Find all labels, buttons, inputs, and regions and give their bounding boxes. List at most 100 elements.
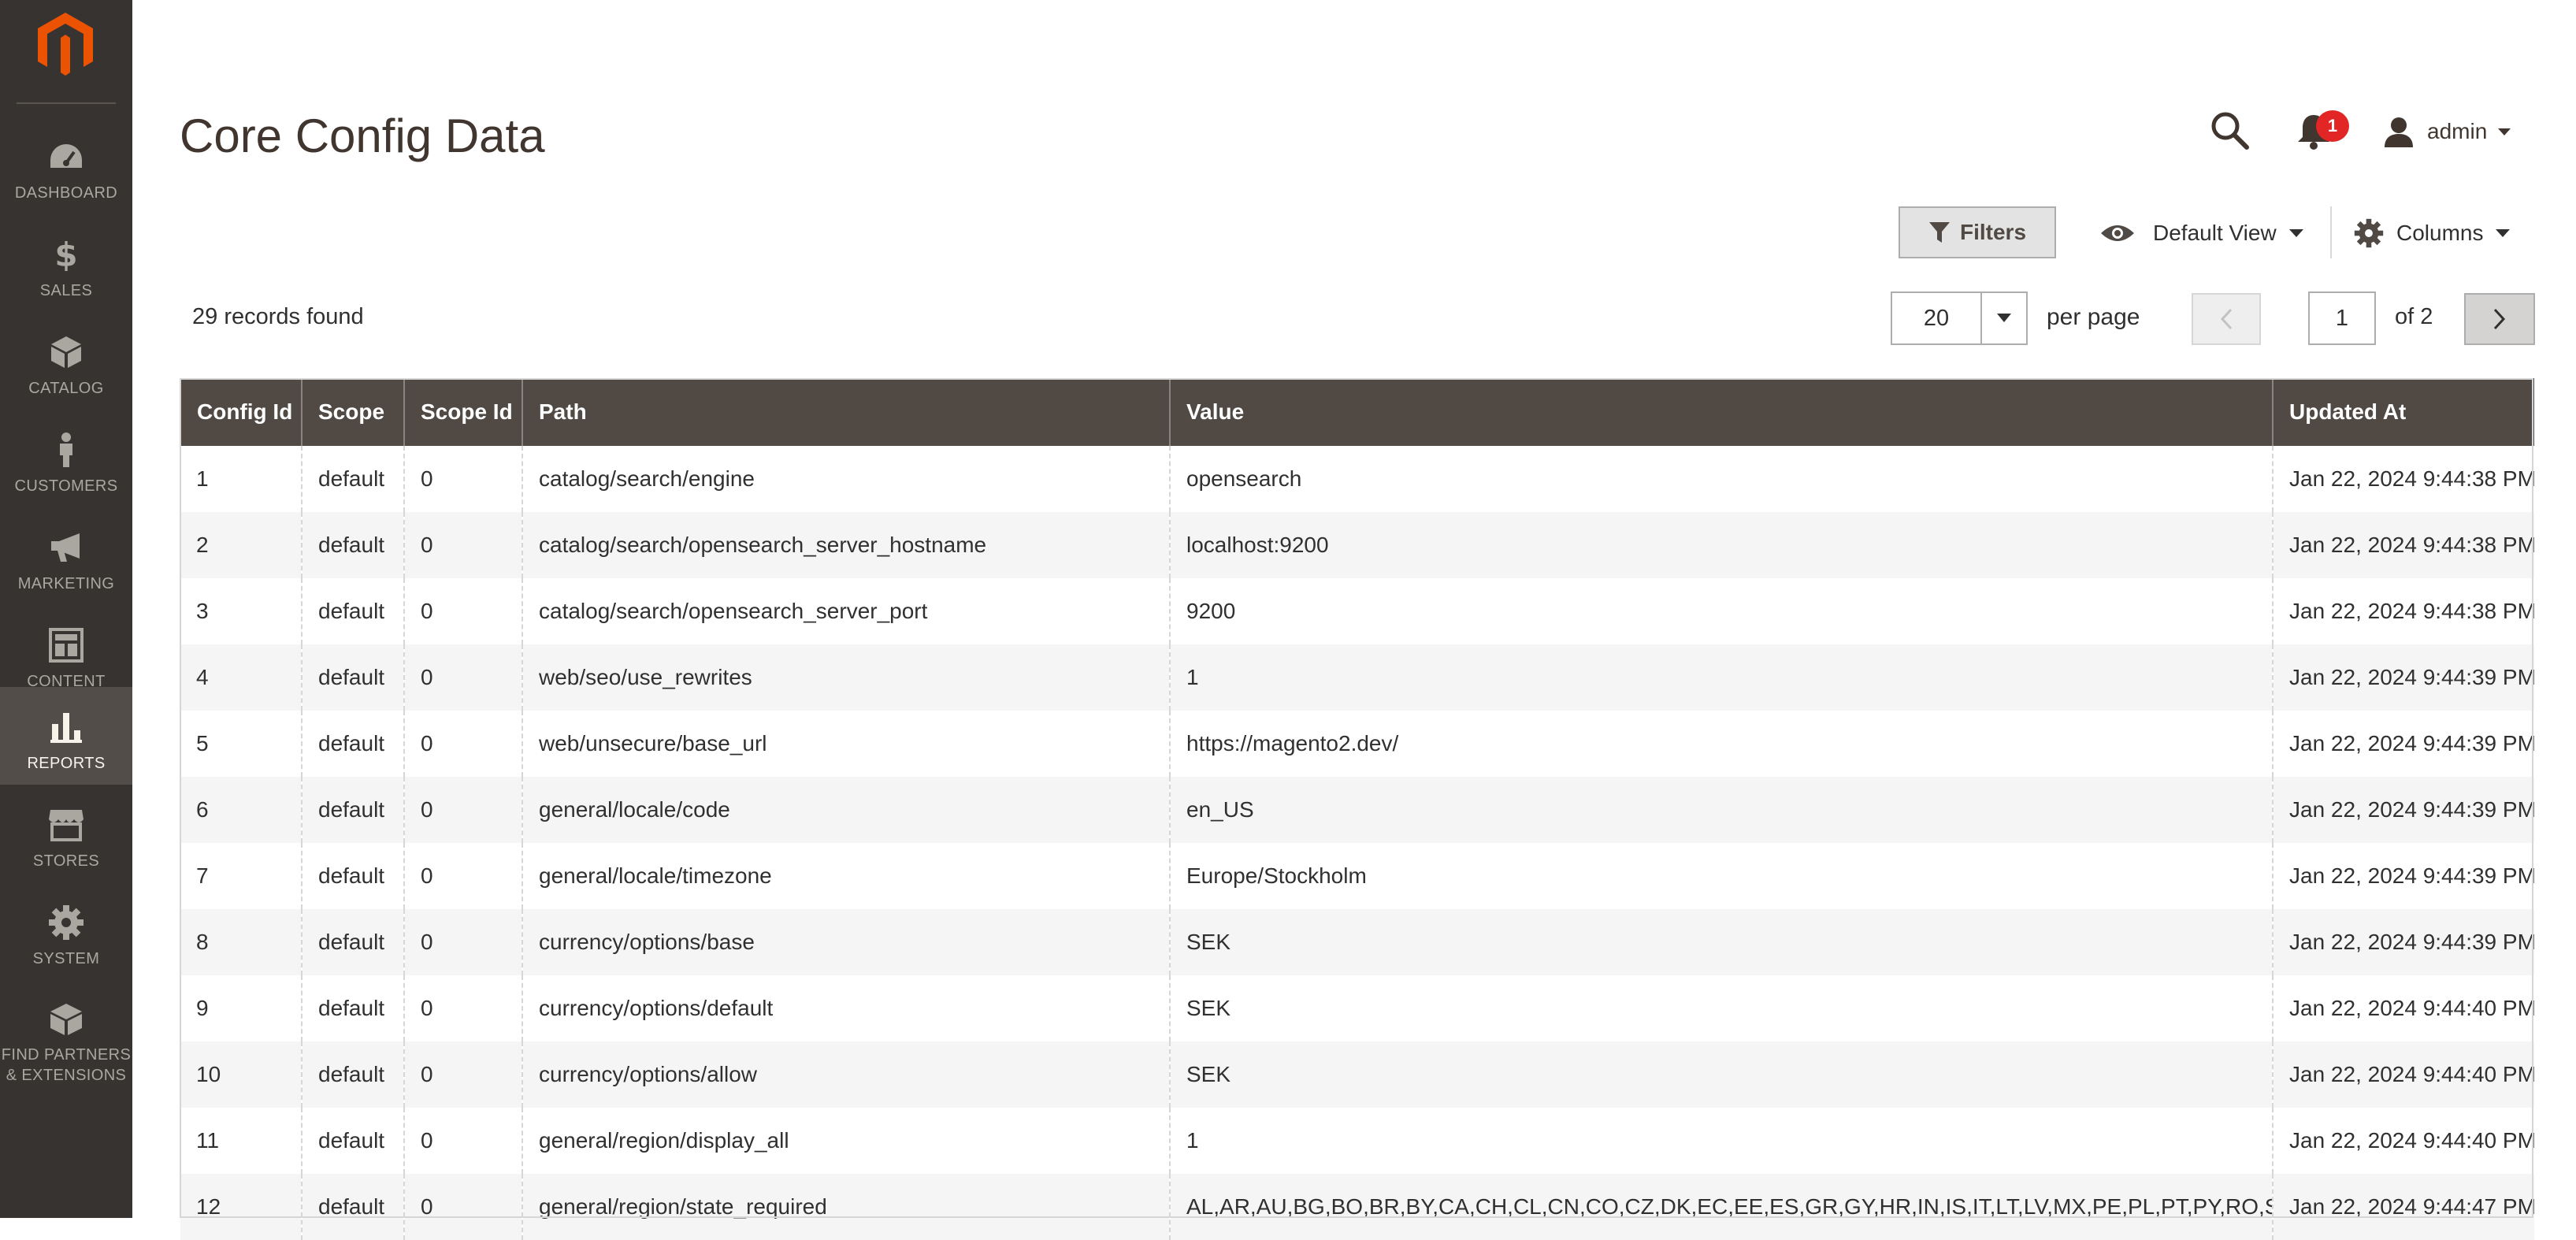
sidebar-item-label: CUSTOMERS (14, 477, 118, 495)
filters-button[interactable]: Filters (1899, 206, 2056, 258)
table-row[interactable]: 6 default 0 general/locale/code en_US Jan 22,… (180, 777, 2534, 843)
column-header-path[interactable]: Path (522, 378, 1170, 446)
svg-text:$: $ (54, 236, 77, 273)
table-row[interactable]: 11 default 0 general/region/display_all 1 Jan… (180, 1108, 2534, 1174)
cell-scope-id: 0 (403, 644, 522, 711)
global-search-button[interactable] (2210, 110, 2251, 151)
filters-label: Filters (1959, 220, 2027, 244)
cell-config-id: 5 (180, 711, 302, 777)
per-page-label: per page (2047, 304, 2140, 330)
page-total: of 2 (2395, 304, 2433, 329)
cell-path: catalog/search/opensearch_server_port (522, 578, 1170, 644)
cubes-icon (46, 1002, 86, 1037)
table-row[interactable]: 2 default 0 catalog/search/opensearch_serve… (180, 512, 2534, 578)
sidebar-item-label: MARKETING (17, 575, 115, 592)
table-row[interactable]: 8 default 0 currency/options/base SEK Jan 22,… (180, 909, 2534, 975)
sidebar-item-catalog[interactable]: CATALOG (0, 312, 132, 410)
cell-scope-id: 0 (403, 975, 522, 1041)
admin-user-menu[interactable]: admin (2383, 112, 2511, 151)
cell-config-id: 6 (180, 777, 302, 843)
sidebar-item-dashboard[interactable]: DASHBOARD (0, 117, 132, 214)
columns-dropdown[interactable]: Columns (2354, 213, 2511, 254)
cell-value: SEK (1169, 909, 2273, 975)
cell-updated-at: Jan 22, 2024 9:44:40 PM (2272, 1041, 2534, 1108)
sidebar-item-label-line2: & EXTENSIONS (6, 1067, 127, 1084)
cell-path: catalog/search/opensearch_server_hostnam… (522, 512, 1170, 578)
chevron-down-icon (2496, 229, 2511, 237)
chevron-down-icon (1997, 314, 2011, 322)
eye-icon (2101, 225, 2134, 241)
cell-scope-id: 0 (403, 909, 522, 975)
sidebar-item-find-partners[interactable]: FIND PARTNERS & EXTENSIONS (0, 980, 132, 1084)
cell-scope: default (301, 975, 404, 1041)
page-title: Core Config Data (180, 110, 545, 162)
cell-path: general/locale/timezone (522, 843, 1170, 909)
gear-icon (46, 904, 86, 941)
default-view-label: Default View (2153, 221, 2277, 245)
sidebar-item-label: CATALOG (28, 380, 104, 397)
cell-config-id: 7 (180, 843, 302, 909)
per-page-select[interactable]: 20 (1891, 291, 2028, 345)
sidebar-item-label: STORES (32, 852, 100, 870)
cell-value: localhost:9200 (1169, 512, 2273, 578)
gear-icon (2354, 218, 2384, 248)
cell-value: AL,AR,AU,BG,BO,BR,BY,CA,CH,CL,CN,CO,CZ,D… (1169, 1174, 2273, 1240)
cell-scope: default (301, 711, 404, 777)
default-view-dropdown[interactable]: Default View (2099, 213, 2303, 254)
cell-scope-id: 0 (403, 1174, 522, 1240)
cell-value: opensearch (1169, 446, 2273, 512)
admin-sidebar: DASHBOARD $ SALES CATALOG CUSTOMERS MARK… (0, 0, 132, 1218)
cell-updated-at: Jan 22, 2024 9:44:39 PM (2272, 909, 2534, 975)
column-header-config-id[interactable]: Config Id (180, 378, 302, 446)
column-header-scope-id[interactable]: Scope Id (403, 378, 522, 446)
table-row[interactable]: 10 default 0 currency/options/allow SEK Jan 2… (180, 1041, 2534, 1108)
chevron-down-icon (2498, 128, 2511, 136)
sidebar-item-sales[interactable]: $ SALES (0, 214, 132, 312)
cell-updated-at: Jan 22, 2024 9:44:38 PM (2272, 578, 2534, 644)
megaphone-icon (46, 529, 86, 566)
table-row[interactable]: 3 default 0 catalog/search/opensearch_serve… (180, 578, 2534, 644)
sidebar-item-customers[interactable]: CUSTOMERS (0, 410, 132, 507)
table-row[interactable]: 7 default 0 general/locale/timezone Europe/S… (180, 843, 2534, 909)
table-row[interactable]: 1 default 0 catalog/search/engine opensearch… (180, 446, 2534, 512)
next-page-button[interactable] (2464, 293, 2535, 345)
cell-scope: default (301, 578, 404, 644)
table-row[interactable]: 5 default 0 web/unsecure/base_url https://ma… (180, 711, 2534, 777)
cell-updated-at: Jan 22, 2024 9:44:39 PM (2272, 777, 2534, 843)
cell-updated-at: Jan 22, 2024 9:44:40 PM (2272, 1108, 2534, 1174)
notification-count-badge: 1 (2316, 110, 2349, 142)
table-row[interactable]: 4 default 0 web/seo/use_rewrites 1 Jan 22, 20… (180, 644, 2534, 711)
sidebar-item-system[interactable]: SYSTEM (0, 882, 132, 980)
sidebar-item-reports[interactable]: REPORTS (0, 687, 132, 785)
sidebar-item-marketing[interactable]: MARKETING (0, 507, 132, 605)
cell-scope: default (301, 909, 404, 975)
column-header-value[interactable]: Value (1169, 378, 2273, 446)
search-icon (2211, 112, 2249, 150)
sidebar-item-label: SALES (39, 282, 93, 299)
records-found-count: 29 records found (192, 304, 364, 329)
cell-scope-id: 0 (403, 1108, 522, 1174)
cell-path: web/seo/use_rewrites (522, 644, 1170, 711)
previous-page-button[interactable] (2192, 293, 2261, 345)
cell-config-id: 1 (180, 446, 302, 512)
cell-path: currency/options/default (522, 975, 1170, 1041)
table-row[interactable]: 12 default 0 general/region/state_required A… (180, 1174, 2534, 1240)
cell-path: general/locale/code (522, 777, 1170, 843)
column-header-scope[interactable]: Scope (301, 378, 404, 446)
cell-path: currency/options/base (522, 909, 1170, 975)
sidebar-item-stores[interactable]: STORES (0, 785, 132, 882)
cell-updated-at: Jan 22, 2024 9:44:39 PM (2272, 843, 2534, 909)
per-page-toggle[interactable] (1980, 293, 2026, 343)
person-icon (46, 432, 86, 468)
config-data-grid: Config Id Scope Scope Id Path Value Upda… (180, 378, 2534, 1240)
cell-updated-at: Jan 22, 2024 9:44:38 PM (2272, 446, 2534, 512)
column-header-updated-at[interactable]: Updated At (2272, 378, 2534, 446)
magento-logo-icon[interactable] (32, 9, 99, 77)
cell-updated-at: Jan 22, 2024 9:44:47 PM (2272, 1174, 2534, 1240)
sidebar-item-label: DASHBOARD (14, 184, 118, 202)
cell-path: web/unsecure/base_url (522, 711, 1170, 777)
table-row[interactable]: 9 default 0 currency/options/default SEK Jan … (180, 975, 2534, 1041)
cell-scope-id: 0 (403, 578, 522, 644)
grid-header-row: Config Id Scope Scope Id Path Value Upda… (180, 378, 2534, 446)
current-page-input[interactable] (2308, 291, 2376, 345)
